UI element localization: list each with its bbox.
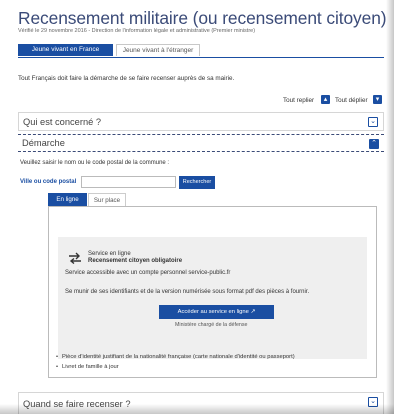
ministry-label: Ministère chargé de la défense — [175, 322, 248, 328]
accordion-qui-est-concerne[interactable]: Qui est concerné ? ⌄ — [18, 112, 384, 131]
page-shadow-bottom — [0, 404, 394, 414]
chevron-down-icon[interactable]: ⌄ — [368, 117, 378, 127]
tab-jeune-france[interactable]: Jeune vivant en France — [18, 44, 113, 56]
commune-input[interactable] — [81, 176, 176, 188]
access-button-label: Accéder au service en ligne — [177, 309, 249, 315]
access-online-service-button[interactable]: Accéder au service en ligne ↗ — [159, 305, 274, 319]
commune-input-label: Ville ou code postal — [20, 179, 77, 185]
page: { "header": { "title": "Recensement mili… — [0, 0, 394, 414]
account-text: Service accessible avec un compte person… — [65, 270, 231, 276]
update-date: Vérifié le 29 novembre 2016 - Direction … — [18, 28, 256, 34]
page-shadow-right — [386, 0, 394, 414]
accordion-demarche[interactable]: Démarche ⌃ — [18, 136, 384, 151]
accordion-title: Démarche — [22, 138, 65, 148]
divider — [18, 134, 384, 135]
accordion-title: Qui est concerné ? — [23, 117, 102, 127]
tab-sur-place[interactable]: Sur place — [88, 193, 126, 206]
expand-all-link[interactable]: Tout déplier — [335, 96, 368, 105]
commune-instruction: Veuillez saisir le nom ou le code postal… — [20, 160, 170, 166]
divider — [18, 151, 384, 152]
service-kind: Service en ligne — [88, 251, 131, 257]
search-button[interactable]: Rechercher — [179, 176, 215, 189]
document-item: Livret de famille à jour — [56, 364, 119, 370]
audience-tabs: Jeune vivant en France Jeune vivant à l'… — [18, 44, 384, 58]
document-item: Pièce d'identité justifiant de la nation… — [56, 354, 295, 360]
external-link-icon: ↗ — [250, 309, 256, 315]
tab-jeune-etranger[interactable]: Jeune vivant à l'étranger — [116, 44, 200, 56]
collapse-all-link[interactable]: Tout replier — [283, 96, 314, 105]
intro-text: Tout Français doit faire la démarche de … — [18, 75, 235, 82]
service-name[interactable]: Recensement citoyen obligatoire — [88, 258, 182, 264]
tab-en-ligne[interactable]: En ligne — [48, 193, 87, 206]
collapse-all-icon[interactable]: ▴ — [321, 95, 330, 104]
expand-all-icon[interactable]: ▾ — [373, 95, 382, 104]
page-title: Recensement militaire (ou recensement ci… — [18, 8, 387, 28]
exchange-arrows-icon — [69, 252, 81, 264]
chevron-up-icon[interactable]: ⌃ — [369, 139, 379, 149]
documents-text: Se munir de ses identifiants et de la ve… — [65, 289, 310, 295]
